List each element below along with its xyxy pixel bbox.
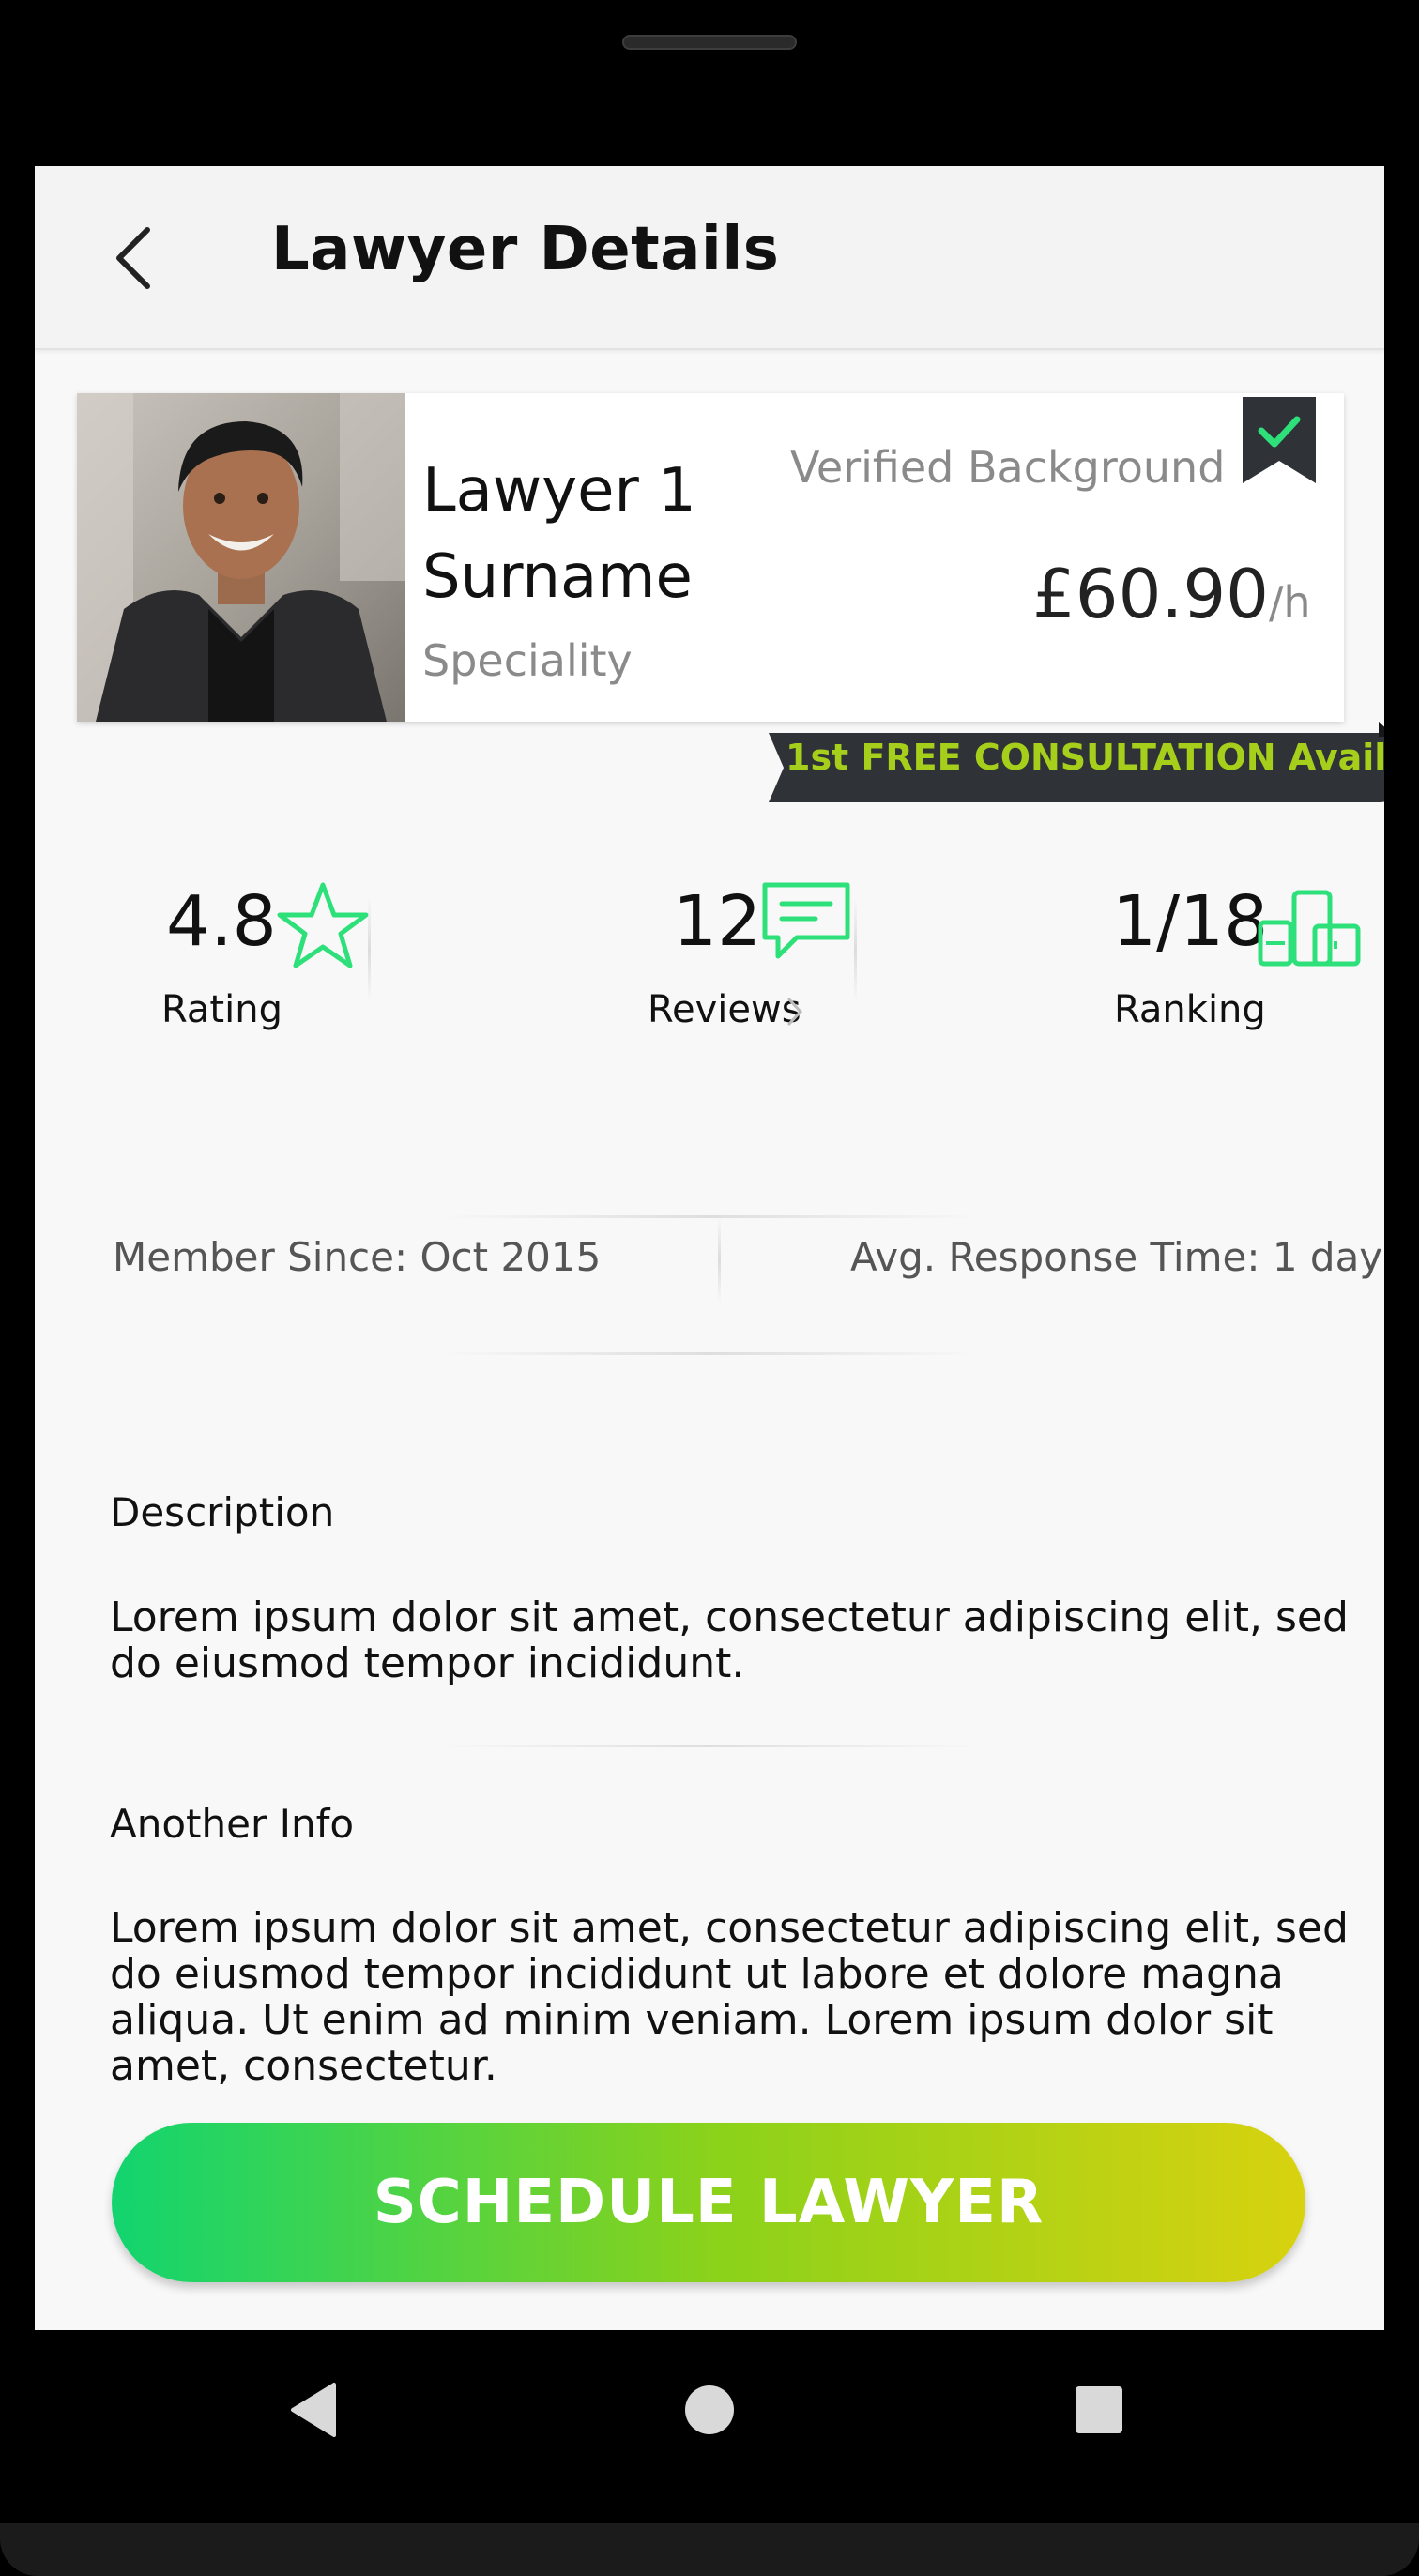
- lawyer-speciality: Speciality: [422, 635, 633, 686]
- phone-frame: Lawyer Details Lawyer 1 Surname Speciali…: [0, 0, 1419, 2576]
- stat-divider: [368, 898, 371, 1001]
- description-text: Lorem ipsum dolor sit amet, consectetur …: [110, 1593, 1349, 1687]
- reviews-value: 12: [673, 881, 762, 962]
- rating-value: 4.8: [166, 881, 277, 962]
- description-title: Description: [110, 1489, 335, 1535]
- divider: [440, 1215, 979, 1218]
- price-unit: /h: [1268, 577, 1311, 628]
- verified-bookmark-icon: [1239, 393, 1320, 487]
- chat-bubble-icon: [762, 882, 850, 959]
- price-value: £60.90: [1032, 555, 1269, 633]
- nav-back-button[interactable]: [287, 2381, 342, 2439]
- app-bar: Lawyer Details: [35, 166, 1384, 350]
- chevron-right-icon: [787, 998, 803, 1026]
- phone-speaker: [622, 35, 797, 50]
- circle-home-icon: [685, 2385, 734, 2434]
- stat-divider: [854, 898, 857, 1001]
- star-icon: [277, 882, 369, 968]
- square-recents-icon: [1076, 2386, 1122, 2433]
- member-since: Member Since: Oct 2015: [113, 1234, 602, 1280]
- lawyer-profile-card: Lawyer 1 Surname Speciality Verified Bac…: [77, 393, 1344, 722]
- lawyer-name: Lawyer 1 Surname: [422, 448, 696, 620]
- lawyer-first-name: Lawyer 1: [422, 456, 696, 526]
- schedule-lawyer-button[interactable]: SCHEDULE LAWYER: [112, 2123, 1305, 2282]
- schedule-lawyer-label: SCHEDULE LAWYER: [373, 2168, 1045, 2237]
- divider: [440, 1352, 979, 1355]
- ranking-devices-icon: [1258, 890, 1361, 967]
- divider: [440, 1745, 979, 1747]
- nav-recents-button[interactable]: [1074, 2385, 1124, 2435]
- app-screen: Lawyer Details Lawyer 1 Surname Speciali…: [35, 166, 1384, 2330]
- triangle-back-icon: [291, 2383, 336, 2437]
- ranking-value: 1/18: [1112, 881, 1269, 962]
- hourly-price: £60.90/h: [1032, 555, 1311, 633]
- meta-divider: [718, 1217, 721, 1303]
- phone-bottom-edge: [0, 2523, 1419, 2576]
- another-info-text: Lorem ipsum dolor sit amet, consectetur …: [110, 1904, 1349, 2090]
- page-title: Lawyer Details: [271, 215, 780, 284]
- another-info-title: Another Info: [110, 1801, 355, 1847]
- rating-label: Rating: [161, 988, 282, 1031]
- free-consultation-label: 1st FREE CONSULTATION Available: [786, 737, 1384, 778]
- chevron-left-icon: [116, 227, 150, 289]
- reviews-label: Reviews: [648, 988, 801, 1031]
- avg-response-time: Avg. Response Time: 1 day: [850, 1234, 1383, 1280]
- back-button[interactable]: [100, 221, 166, 296]
- nav-home-button[interactable]: [683, 2384, 736, 2436]
- lawyer-avatar: [77, 393, 405, 722]
- verified-background-label: Verified Background: [790, 442, 1226, 493]
- lawyer-surname: Surname: [422, 542, 693, 612]
- ranking-label: Ranking: [1114, 988, 1266, 1031]
